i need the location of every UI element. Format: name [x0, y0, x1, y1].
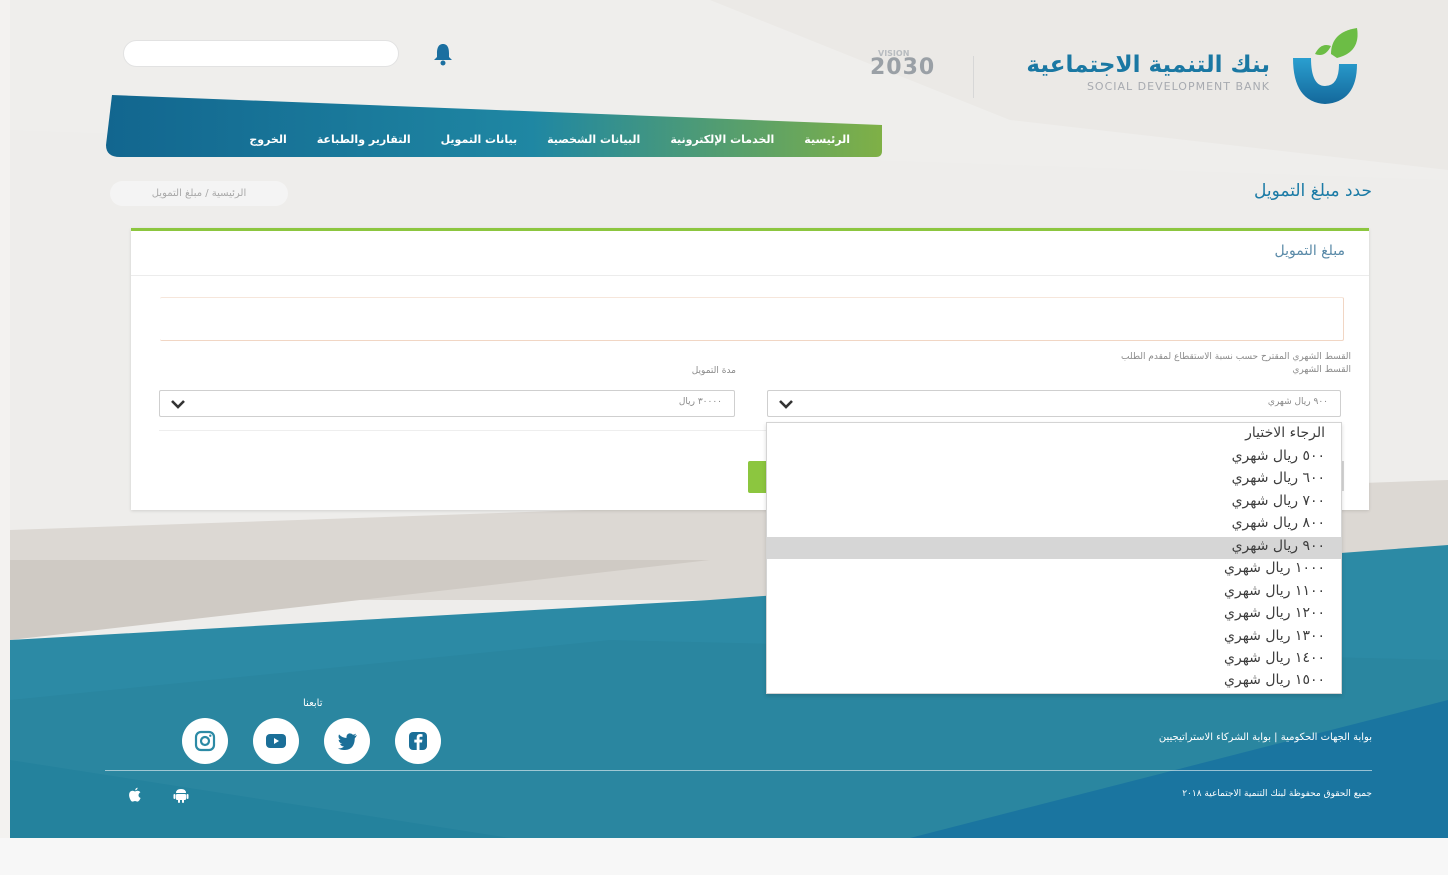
chevron-down-icon	[779, 400, 793, 409]
nav-item-personal-data[interactable]: البيانات الشخصية	[547, 133, 640, 151]
youtube-icon	[266, 734, 286, 748]
vision-2030-logo: VISION 2030	[870, 49, 936, 80]
card-title: مبلغ التمويل	[1274, 243, 1345, 259]
installment-field-label: القسط الشهري	[1292, 365, 1351, 375]
facebook-button[interactable]	[395, 718, 441, 764]
youtube-button[interactable]	[253, 718, 299, 764]
nav-menu: الرئيسية الخدمات الإلكترونية البيانات ال…	[150, 133, 850, 151]
chevron-down-icon	[171, 400, 185, 409]
dropdown-option-selected[interactable]: ٩٠٠ ريال شهري	[1025, 538, 1325, 554]
page-bottom-margin	[0, 838, 1448, 875]
copyright-text: جميع الحقوق محفوظة لبنك التنمية الاجتماع…	[1182, 789, 1372, 799]
header-divider	[973, 56, 974, 98]
dropdown-option[interactable]: ١٠٠٠ ريال شهري	[1025, 560, 1325, 576]
installment-hint: القسط الشهري المقترح حسب نسبة الاستقطاع …	[1121, 352, 1351, 362]
instagram-button[interactable]	[182, 718, 228, 764]
twitter-button[interactable]	[324, 718, 370, 764]
installment-label: القسط الشهري المقترح حسب نسبة الاستقطاع …	[931, 351, 1351, 377]
android-icon[interactable]	[172, 786, 190, 804]
page-title: حدد مبلغ التمويل	[1254, 181, 1372, 201]
footer-divider	[105, 770, 1372, 771]
nav-item-home[interactable]: الرئيسية	[804, 133, 850, 151]
card-divider	[131, 275, 1369, 276]
nav-item-financing-data[interactable]: بيانات التمويل	[441, 133, 518, 151]
info-box	[160, 297, 1344, 341]
monthly-installment-select[interactable]: ٩٠٠ ريال شهري	[767, 390, 1341, 417]
notification-bell-icon[interactable]	[432, 42, 454, 66]
dropdown-option[interactable]: ٨٠٠ ريال شهري	[1025, 515, 1325, 531]
financing-term-value: ٣٠٠٠٠ ريال	[678, 397, 722, 407]
dropdown-option[interactable]: ١١٠٠ ريال شهري	[1025, 583, 1325, 599]
twitter-icon	[338, 733, 357, 751]
page: VISION 2030 بنك التنمية الاجتماعية SOCIA…	[10, 0, 1448, 838]
dropdown-option[interactable]: ٦٠٠ ريال شهري	[1025, 470, 1325, 486]
bank-logo-icon[interactable]	[1285, 24, 1365, 108]
brand-name-english: SOCIAL DEVELOPMENT BANK	[1086, 80, 1270, 93]
footer-links[interactable]: بوابة الجهات الحكومية | بوابة الشركاء ال…	[1030, 732, 1372, 743]
nav-item-logout[interactable]: الخروج	[249, 133, 286, 151]
breadcrumb[interactable]: الرئيسية / مبلغ التمويل	[110, 181, 288, 206]
dropdown-option[interactable]: ٥٠٠ ريال شهري	[1025, 448, 1325, 464]
dropdown-option[interactable]: ١٥٠٠ ريال شهري	[1025, 672, 1325, 688]
search-input[interactable]	[123, 40, 399, 67]
brand-name-arabic: بنك التنمية الاجتماعية	[1026, 52, 1270, 78]
term-field-label: مدة التمويل	[691, 366, 736, 376]
follow-us-label: تابعنا	[303, 698, 323, 709]
financing-term-select[interactable]: ٣٠٠٠٠ ريال	[159, 390, 735, 417]
instagram-icon	[194, 730, 216, 752]
dropdown-option[interactable]: ١٤٠٠ ريال شهري	[1025, 650, 1325, 666]
monthly-installment-value: ٩٠٠ ريال شهري	[1267, 397, 1328, 407]
nav-item-reports[interactable]: التقارير والطباعة	[317, 133, 411, 151]
dropdown-option[interactable]: ١٣٠٠ ريال شهري	[1025, 628, 1325, 644]
installment-dropdown-list[interactable]: الرجاء الاختيار ٥٠٠ ريال شهري ٦٠٠ ريال ش…	[766, 422, 1342, 694]
nav-item-eservices[interactable]: الخدمات الإلكترونية	[670, 133, 774, 151]
dropdown-option[interactable]: الرجاء الاختيار	[1025, 425, 1325, 441]
apple-icon[interactable]	[126, 786, 144, 804]
facebook-icon	[409, 732, 427, 750]
dropdown-option[interactable]: ٧٠٠ ريال شهري	[1025, 493, 1325, 509]
dropdown-option[interactable]: ١٢٠٠ ريال شهري	[1025, 605, 1325, 621]
